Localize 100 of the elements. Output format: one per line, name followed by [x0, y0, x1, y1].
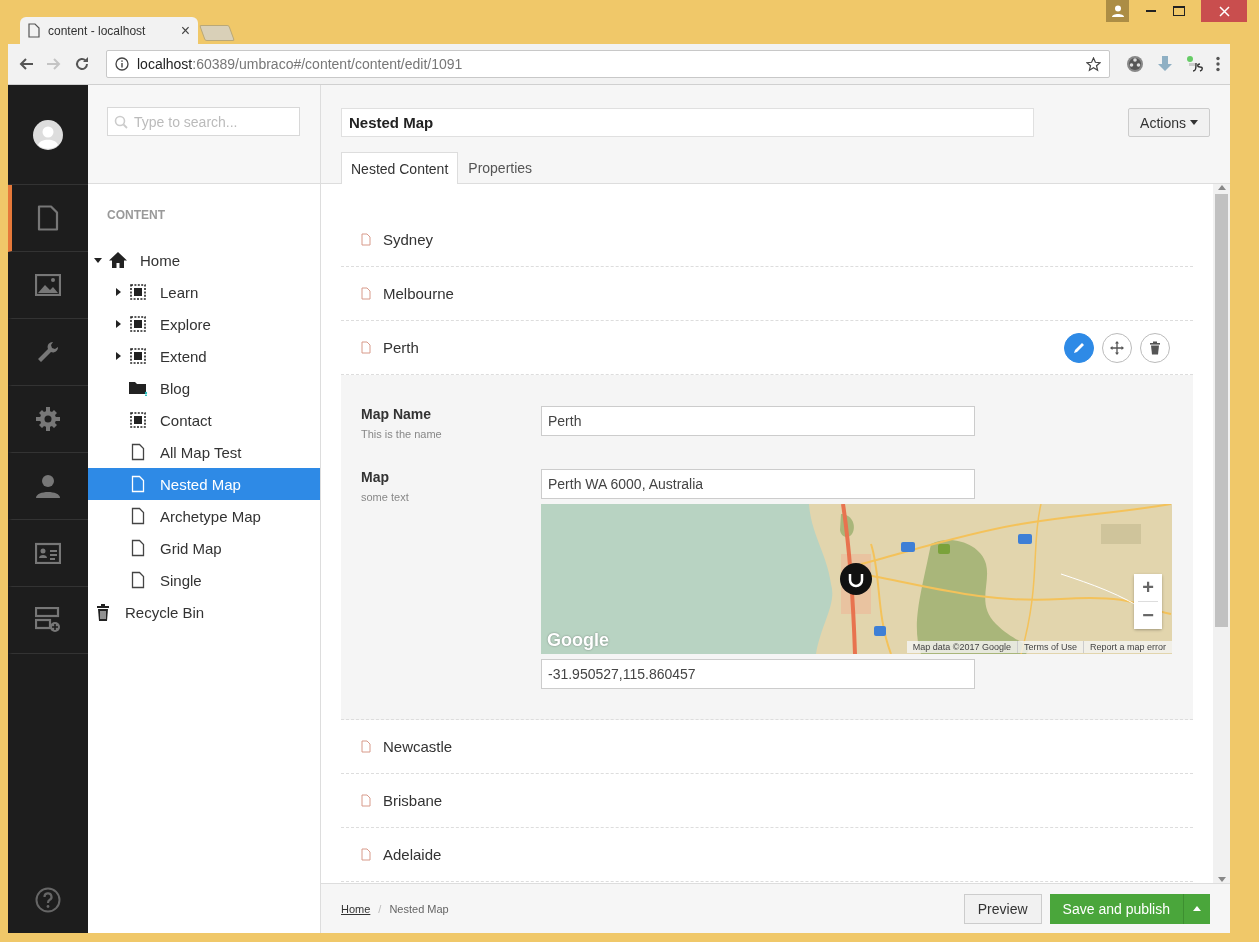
content-item[interactable]: Brisbane	[341, 774, 1193, 828]
tree-item[interactable]: All Map Test	[88, 436, 320, 468]
section-heading: CONTENT	[106, 207, 166, 222]
block-icon	[130, 316, 146, 332]
content-item[interactable]: Sydney	[341, 213, 1193, 267]
puzzle-icon[interactable]	[1186, 55, 1204, 73]
close-icon	[1218, 5, 1230, 17]
content-item[interactable]: Melbourne	[341, 267, 1193, 321]
caret-icon[interactable]	[93, 255, 103, 265]
image-icon	[35, 274, 61, 296]
map-link[interactable]: Terms of Use	[1016, 641, 1083, 653]
block-icon	[130, 348, 146, 364]
tree-item[interactable]: Nested Map	[88, 468, 320, 500]
search-icon	[114, 115, 128, 129]
tree-item[interactable]: Blog	[88, 372, 320, 404]
page-icon	[361, 287, 371, 300]
pencil-icon	[1072, 340, 1086, 355]
page-icon	[28, 23, 40, 38]
gear-icon	[35, 406, 61, 432]
page-icon	[361, 848, 371, 861]
caret-icon[interactable]	[113, 351, 123, 361]
field-label: Map	[361, 469, 390, 485]
address-field[interactable]: Perth WA 6000, Australia	[541, 469, 975, 499]
layout-add-icon	[35, 607, 61, 633]
input-field[interactable]: Perth	[541, 406, 975, 436]
item-name: Perth	[383, 339, 419, 356]
film-reel-icon[interactable]	[1126, 55, 1144, 73]
tree-item[interactable]: Single	[88, 564, 320, 596]
page-icon	[131, 539, 145, 557]
trash-icon	[96, 603, 110, 621]
close-icon[interactable]: ×	[180, 22, 190, 39]
item-name: Sydney	[383, 231, 434, 248]
item-name: Newcastle	[383, 738, 453, 755]
map-attribution: Map data ©2017 Google	[911, 641, 1012, 653]
trash-button[interactable]	[1140, 332, 1170, 363]
document-icon	[37, 205, 59, 231]
page-icon	[361, 740, 371, 753]
coordinates-field[interactable]: -31.950527,115.860457	[541, 659, 975, 689]
breadcrumb-current: Nested Map	[389, 902, 449, 915]
page-icon	[131, 571, 145, 589]
content-item[interactable]: Adelaide	[341, 828, 1193, 882]
field-label: Map Name	[361, 406, 433, 422]
breadcrumb-separator: /	[378, 902, 382, 915]
page-icon	[131, 475, 145, 493]
caret-icon[interactable]	[113, 319, 123, 329]
item-name: Melbourne	[383, 285, 454, 302]
field-description: This is the name	[361, 428, 443, 440]
folder-icon	[128, 380, 148, 396]
item-name: Adelaide	[383, 846, 442, 863]
page-icon	[361, 794, 371, 807]
zoom-in-button[interactable]: +	[1134, 574, 1162, 601]
person-icon	[1111, 5, 1124, 17]
browser-tab[interactable]: content - localhost ×	[20, 17, 198, 44]
tree-item[interactable]: Recycle Bin	[88, 596, 320, 628]
move-button[interactable]	[1102, 332, 1132, 363]
reload-icon[interactable]	[74, 56, 90, 72]
minimize-icon	[1146, 10, 1156, 12]
user-button[interactable]	[1106, 0, 1129, 22]
tree-item[interactable]: Contact	[88, 404, 320, 436]
map-link[interactable]: Report a map error	[1082, 641, 1172, 653]
maximize-icon	[1173, 6, 1185, 16]
scrollbar[interactable]	[1213, 184, 1230, 883]
back-icon[interactable]	[18, 56, 34, 72]
preview-button[interactable]: Preview	[963, 893, 1042, 924]
caret-icon	[1193, 906, 1201, 911]
page-icon	[131, 443, 145, 461]
pencil-button[interactable]	[1064, 332, 1094, 363]
zoom-out-button[interactable]: −	[1134, 602, 1162, 629]
trash-icon	[1148, 340, 1162, 355]
name-field[interactable]: Nested Map	[341, 108, 1034, 137]
tree-item[interactable]: Learn	[88, 276, 320, 308]
content-item[interactable]: Newcastle	[341, 720, 1193, 774]
info-icon	[115, 57, 129, 71]
tab[interactable]: Properties	[458, 152, 543, 183]
menu-icon[interactable]	[1216, 56, 1220, 72]
tree-item[interactable]: Explore	[88, 308, 320, 340]
tree-item[interactable]: Extend	[88, 340, 320, 372]
marker-icon[interactable]	[840, 563, 872, 595]
field-description: some text	[361, 491, 410, 503]
caret-icon	[1190, 120, 1198, 125]
star-icon[interactable]	[1086, 56, 1101, 72]
caret-icon[interactable]	[113, 287, 123, 297]
search-field[interactable]: Type to search...	[107, 107, 300, 136]
avatar-icon[interactable]	[33, 119, 63, 150]
block-icon	[130, 412, 146, 428]
tree-item[interactable]: Home	[88, 244, 320, 276]
close-button[interactable]	[1201, 0, 1247, 22]
tab-title: content - localhost	[48, 23, 147, 38]
map-logo: Google	[547, 630, 609, 651]
person-icon	[35, 474, 61, 498]
page-icon	[361, 233, 371, 246]
tree-item[interactable]: Archetype Map	[88, 500, 320, 532]
address-bar[interactable]: localhost:60389/umbraco#/content/content/edit/1091	[106, 50, 1110, 78]
tab[interactable]: Nested Content	[341, 152, 459, 184]
breadcrumb-link[interactable]: Home	[341, 902, 371, 915]
help-icon[interactable]	[35, 887, 61, 913]
actions-button[interactable]: Actions	[1128, 108, 1210, 137]
page-icon	[131, 507, 145, 525]
page-icon	[361, 341, 371, 354]
tree-item[interactable]: Grid Map	[88, 532, 320, 564]
